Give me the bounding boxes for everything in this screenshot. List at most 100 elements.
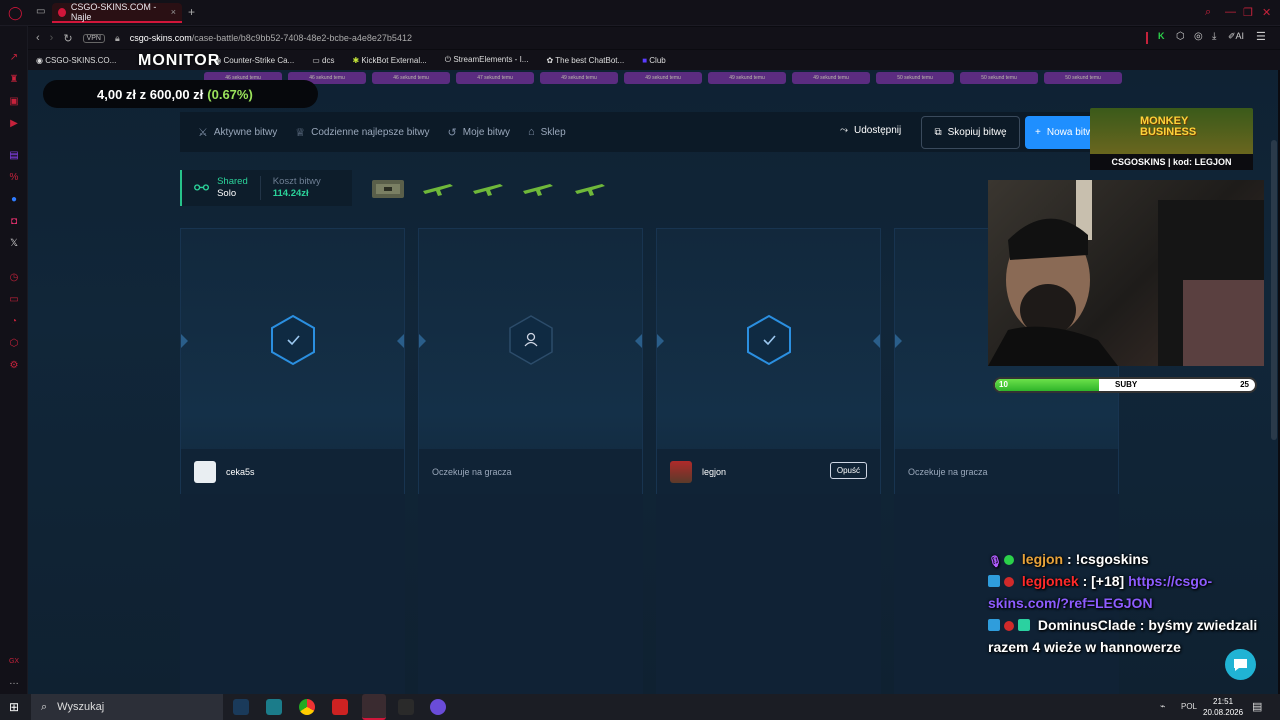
- aria-ai-button[interactable]: ✐AI: [1228, 31, 1244, 42]
- live-drop-chip[interactable]: 46 sekund temu: [372, 72, 450, 84]
- messenger-icon[interactable]: ●: [8, 194, 20, 206]
- clock-icon[interactable]: ◔: [8, 316, 20, 328]
- easy-setup-icon[interactable]: ☰: [1256, 30, 1266, 43]
- new-tab-button[interactable]: +: [188, 5, 195, 19]
- scrollbar[interactable]: [1271, 140, 1277, 440]
- nav-active-battles[interactable]: ⚔ Aktywne bitwy: [198, 126, 277, 139]
- tab-menu-icon[interactable]: ▭: [36, 6, 45, 17]
- obs-icon[interactable]: [430, 699, 446, 715]
- plus-icon: +: [1035, 127, 1041, 138]
- bookmark-item[interactable]: ▭ dcs: [312, 56, 334, 65]
- files-icon[interactable]: [266, 699, 282, 715]
- player-icon[interactable]: ▶: [8, 118, 20, 130]
- share-button[interactable]: ⤳ Udostępnij: [840, 125, 901, 136]
- nav-shop[interactable]: ⌂ Sklep: [528, 126, 566, 138]
- minimize-icon[interactable]: —: [1225, 6, 1236, 18]
- waiting-text: Oczekuje na gracza: [432, 466, 512, 477]
- close-window-icon[interactable]: ✕: [1262, 6, 1271, 19]
- network-icon[interactable]: ⌁: [1160, 701, 1165, 712]
- gun-case-icon[interactable]: [420, 176, 456, 200]
- speed-dial-icon[interactable]: ↗: [8, 52, 20, 64]
- live-drop-chip[interactable]: 49 sekund temu: [792, 72, 870, 84]
- discord-icon[interactable]: %: [8, 172, 20, 184]
- live-drop-chip[interactable]: 50 sekund temu: [960, 72, 1038, 84]
- live-drop-chip[interactable]: 50 sekund temu: [876, 72, 954, 84]
- player-slot-2: Oczekuje na gracza: [418, 228, 643, 494]
- close-tab-icon[interactable]: ×: [171, 7, 176, 17]
- windows-start-icon[interactable]: ⊞: [9, 700, 19, 714]
- maximize-icon[interactable]: ❐: [1243, 6, 1253, 19]
- snapshot-icon[interactable]: ◎: [1194, 31, 1203, 42]
- empty-user-icon[interactable]: [507, 314, 555, 366]
- opera-logo-icon[interactable]: ◯: [8, 5, 23, 21]
- bookmark-item[interactable]: ◉ CSGO-SKINS.CO...: [36, 56, 116, 65]
- mode-shared: Shared: [217, 176, 248, 187]
- bookmark-item[interactable]: ⏻ StreamElements - I...: [445, 55, 529, 65]
- live-drop-chip[interactable]: 47 sekund temu: [456, 72, 534, 84]
- player-row: Oczekuje na gracza: [419, 449, 642, 494]
- chat-overlay: 🎙︎ legjon : !csgoskins legjonek : [+18] …: [988, 548, 1263, 658]
- case-crate-icon[interactable]: [370, 176, 406, 200]
- back-icon[interactable]: ‹: [36, 32, 40, 44]
- download-icon[interactable]: ⤓: [1212, 31, 1216, 42]
- steam-icon[interactable]: [233, 699, 249, 715]
- live-drop-chip[interactable]: 49 sekund temu: [624, 72, 702, 84]
- bookmark-item[interactable]: ✿ The best ChatBot...: [546, 56, 624, 65]
- extensions-sidebar-icon[interactable]: ⬡: [8, 338, 20, 350]
- url-field[interactable]: csgo-skins.com/case-battle/b8c9bb52-7408…: [130, 33, 412, 43]
- opera-gx-icon[interactable]: [362, 694, 386, 720]
- more-icon[interactable]: …: [8, 676, 20, 688]
- promo-code: CSGOSKINS | kod: LEGJON: [1090, 154, 1253, 170]
- taskbar-search[interactable]: ⌕ Wyszukaj: [31, 694, 223, 720]
- chrome-icon[interactable]: [299, 699, 315, 715]
- gx-logo-icon: GX: [8, 658, 20, 665]
- settings-icon[interactable]: ⚙: [8, 360, 20, 372]
- gx-corner-icon[interactable]: ♜: [8, 74, 20, 86]
- x-twitter-icon[interactable]: 𝕏: [8, 238, 20, 250]
- browser-tab-bar: ◯ ▭ CSGO-SKINS.COM - Najle × + ⌕ — ❐ ✕: [0, 0, 1280, 26]
- gx-control-icon[interactable]: ▣: [8, 96, 20, 108]
- bookmark-item[interactable]: ◉ Counter-Strike Ca...: [214, 56, 294, 65]
- chat-message: 🎙︎ legjon : !csgoskins: [988, 551, 1149, 568]
- support-chat-button[interactable]: [1225, 649, 1256, 680]
- gun-case-icon[interactable]: [520, 176, 556, 200]
- history-icon[interactable]: ◷: [8, 272, 20, 284]
- vpn-badge[interactable]: VPN: [82, 33, 105, 43]
- kick-extension-icon[interactable]: K: [1158, 31, 1165, 41]
- chat-message: DominusClade : byśmy zwiedzali razem 4 w…: [988, 617, 1258, 655]
- live-drop-chip[interactable]: 49 sekund temu: [540, 72, 618, 84]
- address-bar: ‹ › ↻ VPN 🔒︎ csgo-skins.com/case-battle/…: [28, 27, 1280, 49]
- lock-icon[interactable]: 🔒︎: [115, 33, 120, 44]
- balance-total: 600,00 zł: [149, 86, 204, 102]
- live-drop-chip[interactable]: 49 sekund temu: [708, 72, 786, 84]
- copy-battle-button[interactable]: ⧉ Skopiuj bitwę: [921, 116, 1020, 149]
- nav-daily-best[interactable]: ♕ Codzienne najlepsze bitwy: [295, 126, 429, 139]
- epic-games-icon[interactable]: [398, 699, 414, 715]
- leave-button[interactable]: Opuść: [829, 462, 867, 479]
- chat-bubble-icon: [1234, 659, 1247, 671]
- gun-case-icon[interactable]: [572, 176, 608, 200]
- notifications-icon[interactable]: ▤: [1252, 700, 1262, 713]
- browser-tab[interactable]: CSGO-SKINS.COM - Najle ×: [52, 2, 182, 23]
- player-name[interactable]: legjon: [702, 467, 726, 477]
- instagram-icon[interactable]: ◘: [8, 216, 20, 228]
- clock[interactable]: 21:51 20.08.2026: [1203, 696, 1243, 718]
- twitch-icon[interactable]: ▤: [8, 150, 20, 162]
- bookmark-item[interactable]: ✱ KickBot External...: [352, 56, 426, 65]
- voicemeeter-icon[interactable]: [332, 699, 348, 715]
- reload-icon[interactable]: ↻: [63, 32, 72, 45]
- sub-badge-icon: [988, 619, 1000, 631]
- player-name[interactable]: ceka5s: [226, 467, 255, 477]
- forward-icon[interactable]: ›: [50, 32, 54, 44]
- bookmark-item[interactable]: ■ Club: [642, 56, 666, 65]
- extensions-icon[interactable]: ⬡: [1176, 31, 1185, 42]
- ready-check-icon: [271, 314, 315, 366]
- live-drop-chip[interactable]: 50 sekund temu: [1044, 72, 1122, 84]
- wallet-icon[interactable]: ▭: [8, 294, 20, 306]
- mic-badge-icon: 🎙︎: [988, 556, 1002, 568]
- player-row: Oczekuje na gracza: [895, 449, 1118, 494]
- language-indicator[interactable]: POL: [1181, 702, 1197, 711]
- search-tabs-icon[interactable]: ⌕: [1205, 6, 1211, 19]
- nav-my-battles[interactable]: ↺ Moje bitwy: [448, 126, 510, 139]
- gun-case-icon[interactable]: [470, 176, 506, 200]
